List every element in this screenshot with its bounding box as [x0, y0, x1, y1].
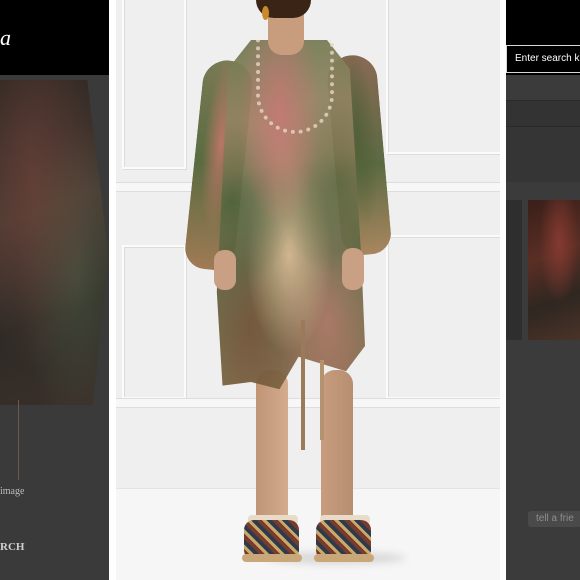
site-logo: a — [0, 25, 11, 50]
nav-bar — [506, 126, 580, 182]
search-label-fragment: RCH — [0, 541, 25, 553]
image-caption-fragment: image — [0, 486, 25, 497]
model-left-hand — [214, 250, 236, 290]
wall-molding — [122, 0, 186, 169]
dress-tassel — [320, 360, 324, 440]
left-product-image — [0, 80, 109, 405]
model-right-leg — [321, 370, 353, 530]
tell-a-friend-label: tell a frie — [536, 513, 574, 524]
thumbnail-placeholder — [506, 200, 522, 340]
right-background-page: Enter search ke tell a frie — [506, 0, 580, 580]
product-thumbnail[interactable] — [528, 200, 580, 340]
left-page-header: a — [0, 0, 109, 75]
sandal-sole — [242, 554, 302, 562]
wall-molding — [386, 0, 500, 154]
dress-ruffle-neckline — [256, 40, 334, 134]
sandal-sole — [314, 554, 374, 562]
earring — [262, 6, 269, 20]
nav-bar — [506, 100, 580, 127]
search-placeholder: Enter search ke — [515, 53, 580, 64]
tell-a-friend-button[interactable]: tell a frie — [528, 511, 580, 527]
wall-rail — [116, 398, 500, 408]
photo-floor — [116, 488, 500, 580]
wall-molding — [386, 235, 500, 399]
wall-molding — [122, 245, 186, 399]
left-background-page: a image RCH — [0, 0, 109, 580]
model-left-leg — [256, 370, 288, 530]
search-input[interactable]: Enter search ke — [506, 45, 580, 73]
dress-tassel — [301, 320, 305, 450]
product-photo[interactable] — [116, 0, 500, 580]
model-right-hand — [342, 248, 364, 290]
dress-tie-detail — [18, 400, 19, 480]
